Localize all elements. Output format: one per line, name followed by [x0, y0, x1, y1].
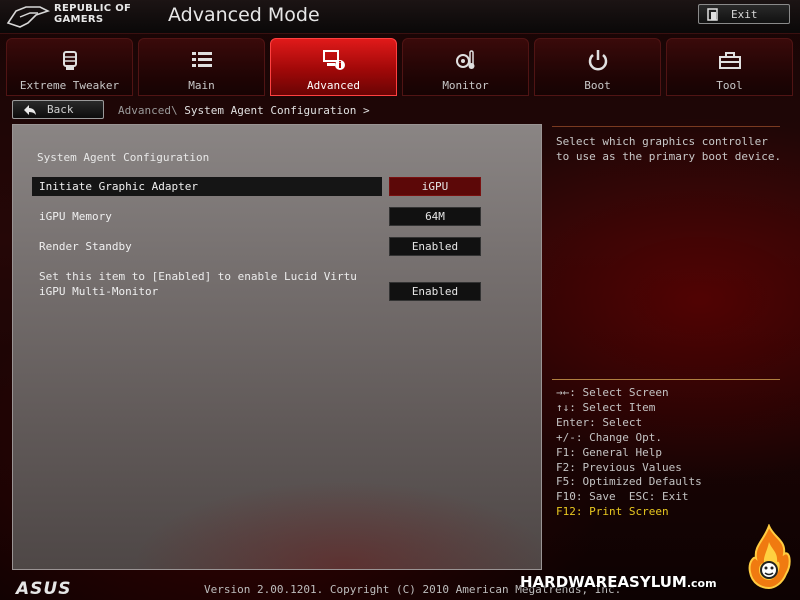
brand-line-2: GAMERS	[54, 14, 104, 25]
key-hint: Enter: Select	[556, 415, 643, 429]
exit-button[interactable]: Exit	[698, 4, 790, 24]
watermark-name: HARDWAREASYLUM	[520, 573, 687, 591]
key-hint: →←: Select Screen	[556, 386, 669, 399]
exit-label: Exit	[731, 7, 758, 21]
tab-label: Main	[188, 79, 215, 92]
tab-extreme-tweaker[interactable]: Extreme Tweaker	[6, 38, 133, 96]
brand-line-1: REPUBLIC OF	[54, 3, 132, 14]
key-hint: F10: Save ESC: Exit	[556, 490, 689, 504]
setting-label-render-standby[interactable]: Render Standby	[39, 240, 132, 253]
key-hint: ↑↓: Select Item	[556, 400, 656, 414]
tab-label: Advanced	[307, 79, 360, 92]
title-bar: REPUBLIC OF GAMERS Advanced Mode Exit	[0, 0, 800, 34]
flame-mascot-icon	[748, 524, 791, 590]
tab-tool[interactable]: Tool	[666, 38, 793, 96]
back-arrow-icon	[24, 104, 36, 115]
breadcrumb-bar: Back Advanced\ System Agent Configuratio…	[0, 97, 800, 121]
tab-boot[interactable]: Boot	[534, 38, 661, 96]
key-hint: +/-: Change Opt.	[556, 430, 662, 444]
exit-icon	[707, 7, 718, 21]
igpu-memory-value[interactable]: 64M	[389, 207, 481, 226]
back-button[interactable]: Back	[12, 100, 104, 119]
tab-label: Boot	[584, 79, 611, 92]
initiate-graphic-adapter-value[interactable]: iGPU	[389, 177, 481, 196]
asus-logo: ASUS	[16, 579, 72, 599]
help-divider	[552, 379, 780, 380]
setting-label-igpu-memory[interactable]: iGPU Memory	[39, 210, 112, 223]
toolbox-icon	[718, 52, 741, 69]
setting-label-initiate-graphic-adapter[interactable]: Initiate Graphic Adapter	[39, 180, 198, 193]
key-hint: F1: General Help	[556, 445, 662, 459]
setting-label-igpu-multi-monitor[interactable]: iGPU Multi-Monitor	[39, 285, 158, 298]
main-tabs: Extreme Tweaker Main Advanced Monitor Bo…	[6, 38, 796, 96]
key-legend: →←: Select Screen ↑↓: Select Item Enter:…	[556, 386, 702, 520]
tab-main[interactable]: Main	[138, 38, 265, 96]
back-label: Back	[47, 103, 74, 116]
section-title: System Agent Configuration	[37, 151, 210, 164]
tab-label: Monitor	[442, 79, 489, 92]
brand-text: REPUBLIC OF GAMERS	[54, 3, 131, 25]
thermometer-icon	[455, 50, 474, 69]
tab-label: Extreme Tweaker	[19, 79, 120, 92]
breadcrumb-current: System Agent Configuration >	[184, 104, 370, 117]
key-hint-print-screen: F12: Print Screen	[556, 505, 669, 519]
advanced-icon	[322, 50, 345, 70]
key-hint: F5: Optimized Defaults	[556, 475, 702, 489]
breadcrumb-parent[interactable]: Advanced\	[118, 104, 178, 117]
igpu-multi-monitor-value[interactable]: Enabled	[389, 282, 481, 301]
watermark-text: HARDWAREASYLUM.com	[520, 573, 717, 591]
help-top-divider	[552, 126, 780, 127]
settings-panel: System Agent Configuration Initiate Grap…	[12, 124, 542, 570]
power-icon	[588, 50, 607, 71]
tweaker-icon	[62, 51, 77, 70]
tab-advanced[interactable]: Advanced	[270, 38, 397, 96]
tab-monitor[interactable]: Monitor	[402, 38, 529, 96]
tab-label: Tool	[716, 79, 743, 92]
key-hint: F2: Previous Values	[556, 460, 682, 474]
help-description: Select which graphics controller to use …	[556, 135, 782, 163]
mode-title: Advanced Mode	[168, 4, 320, 26]
rog-logo-icon	[6, 6, 50, 28]
watermark-suffix: .com	[686, 577, 717, 590]
breadcrumb: Advanced\ System Agent Configuration >	[118, 104, 370, 117]
lucid-virtu-note: Set this item to [Enabled] to enable Luc…	[39, 270, 357, 283]
list-icon	[191, 52, 212, 67]
render-standby-value[interactable]: Enabled	[389, 237, 481, 256]
